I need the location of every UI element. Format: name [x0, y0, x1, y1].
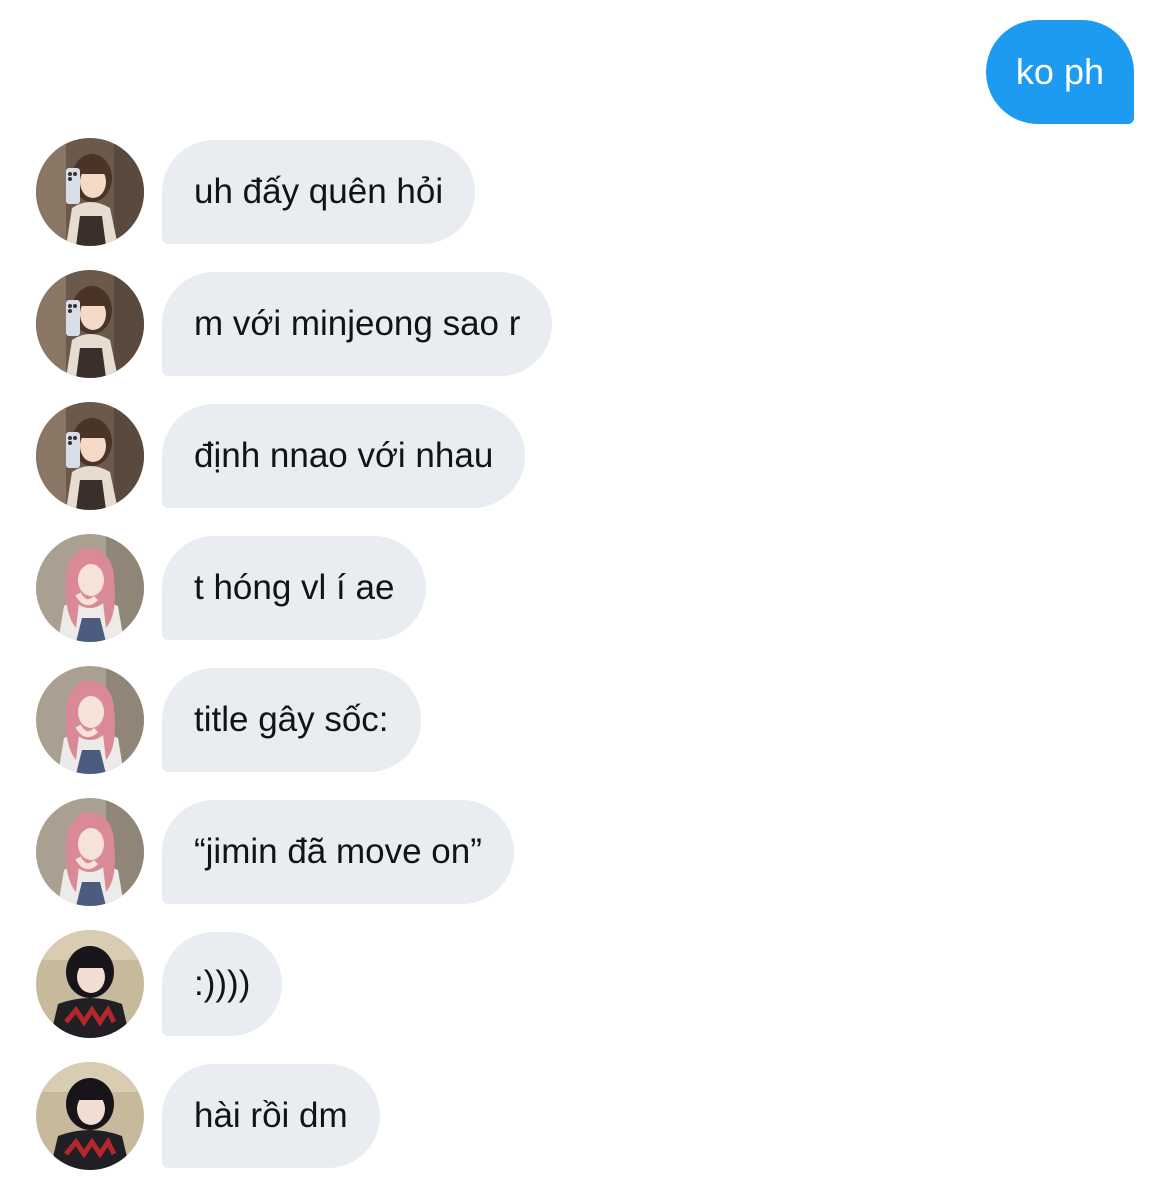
avatar[interactable] [36, 534, 144, 642]
avatar[interactable] [36, 138, 144, 246]
avatar[interactable] [36, 798, 144, 906]
message-thread: ko ph uh đấy quên hỏi m với minjeong sao… [0, 0, 1170, 1179]
avatar[interactable] [36, 270, 144, 378]
sent-message-bubble[interactable]: ko ph [985, 20, 1134, 124]
received-message-bubble[interactable]: :)))) [162, 932, 283, 1036]
received-message-bubble[interactable]: “jimin đã move on” [162, 800, 514, 904]
avatar[interactable] [36, 666, 144, 774]
received-message-bubble[interactable]: title gây sốc: [162, 668, 421, 772]
received-message-bubble[interactable]: định nnao với nhau [162, 404, 526, 508]
received-message-bubble[interactable]: hài rồi dm [162, 1064, 380, 1168]
received-message-bubble[interactable]: t hóng vl í ae [162, 536, 427, 640]
avatar[interactable] [36, 1062, 144, 1170]
received-message-bubble[interactable]: uh đấy quên hỏi [162, 140, 476, 244]
received-message-bubble[interactable]: m với minjeong sao r [162, 272, 553, 376]
avatar[interactable] [36, 930, 144, 1038]
avatar[interactable] [36, 402, 144, 510]
